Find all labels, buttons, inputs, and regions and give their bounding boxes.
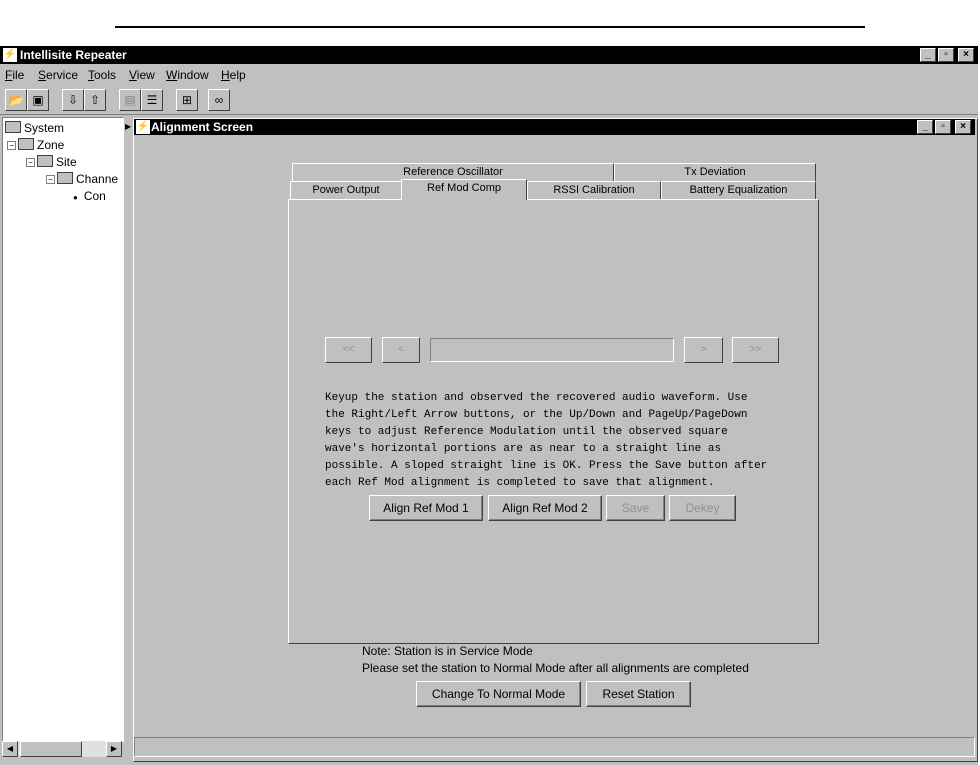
scroll-thumb[interactable] xyxy=(20,741,82,757)
tree-item-channel[interactable]: − Channe xyxy=(46,172,118,186)
tree-hscrollbar[interactable]: ◀ ▶ xyxy=(2,741,122,757)
split-arrow-icon: ▶ xyxy=(125,122,132,131)
reset-station-button[interactable]: Reset Station xyxy=(586,681,691,707)
menu-service[interactable]: Service xyxy=(38,68,78,82)
tree-item-system[interactable]: System xyxy=(5,121,64,135)
app-title: Intellisite Repeater xyxy=(20,48,127,62)
service-mode-note: Note: Station is in Service Mode xyxy=(362,644,533,658)
last-button[interactable]: >> xyxy=(732,337,779,363)
briefcase-icon[interactable]: ▤ xyxy=(119,89,141,111)
folder-icon xyxy=(37,155,53,167)
normal-mode-reminder: Please set the station to Normal Mode af… xyxy=(362,661,749,675)
tab-power-output[interactable]: Power Output xyxy=(290,181,402,199)
menu-window[interactable]: Window xyxy=(166,68,209,82)
change-to-normal-mode-button[interactable]: Change To Normal Mode xyxy=(416,681,581,707)
page-rule xyxy=(115,26,865,28)
menu-help[interactable]: Help xyxy=(221,68,246,82)
alignment-title: Alignment Screen xyxy=(151,120,254,134)
bullet-icon: ● xyxy=(73,193,78,202)
pane-splitter[interactable] xyxy=(124,115,132,760)
dekey-button[interactable]: Dekey xyxy=(669,495,736,521)
menu-file[interactable]: File xyxy=(5,68,24,82)
network-icon[interactable]: ⊞ xyxy=(176,89,198,111)
binoculars-icon[interactable]: ∞ xyxy=(208,89,230,111)
tab-rssi-calibration[interactable]: RSSI Calibration xyxy=(527,181,661,199)
minimize-icon[interactable]: _ xyxy=(920,48,936,62)
system-tree[interactable]: System − Zone − Site − Channe ● Con xyxy=(2,117,124,742)
instructions-text: Keyup the station and observed the recov… xyxy=(325,392,768,489)
close-icon[interactable]: × xyxy=(955,120,971,134)
tree-item-site[interactable]: − Site xyxy=(26,155,77,169)
open-folder-icon[interactable]: 📂 xyxy=(5,89,27,111)
collapse-icon[interactable]: − xyxy=(7,141,16,150)
folder-icon xyxy=(5,121,21,133)
save-disk-icon[interactable]: ▣ xyxy=(27,89,49,111)
tab-tx-deviation[interactable]: Tx Deviation xyxy=(614,163,816,181)
next-button[interactable]: > xyxy=(684,337,723,363)
close-icon[interactable]: × xyxy=(958,48,974,62)
restore-icon[interactable]: ▫ xyxy=(935,120,951,134)
alignment-titlebar[interactable]: ⚡ Alignment Screen _ ▫ × xyxy=(134,119,975,135)
align-ref-mod-2-button[interactable]: Align Ref Mod 2 xyxy=(488,495,602,521)
collapse-icon[interactable]: − xyxy=(26,158,35,167)
folder-icon xyxy=(57,172,73,184)
scroll-right-icon[interactable]: ▶ xyxy=(106,741,122,757)
value-field[interactable] xyxy=(430,338,674,362)
scroll-left-icon[interactable]: ◀ xyxy=(2,741,18,757)
minimize-icon[interactable]: _ xyxy=(917,120,933,134)
tab-battery-equalization[interactable]: Battery Equalization xyxy=(661,181,816,199)
download-icon[interactable]: ⇩ xyxy=(62,89,84,111)
upload-icon[interactable]: ⇧ xyxy=(84,89,106,111)
toolbar: 📂 ▣ ⇩ ⇧ ▤ ☰ ⊞ ∞ xyxy=(0,86,978,115)
tree-item-zone[interactable]: − Zone xyxy=(7,138,64,152)
tab-ref-mod-comp[interactable]: Ref Mod Comp xyxy=(401,179,527,200)
align-ref-mod-1-button[interactable]: Align Ref Mod 1 xyxy=(369,495,483,521)
menu-tools[interactable]: Tools xyxy=(88,68,116,82)
tree-item-con[interactable]: ● Con xyxy=(73,189,106,203)
app-titlebar[interactable]: ⚡ Intellisite Repeater _ ▫ × xyxy=(0,46,978,64)
app-icon: ⚡ xyxy=(3,48,17,62)
menu-bar: File Service Tools View Window Help xyxy=(0,65,978,85)
folder-icon xyxy=(18,138,34,150)
document-icon[interactable]: ☰ xyxy=(141,89,163,111)
restore-icon[interactable]: ▫ xyxy=(938,48,954,62)
save-button[interactable]: Save xyxy=(606,495,665,521)
alignment-icon: ⚡ xyxy=(136,120,150,134)
prev-button[interactable]: < xyxy=(382,337,420,363)
first-button[interactable]: << xyxy=(325,337,372,363)
collapse-icon[interactable]: − xyxy=(46,175,55,184)
menu-view[interactable]: View xyxy=(129,68,155,82)
status-bar xyxy=(134,737,975,757)
